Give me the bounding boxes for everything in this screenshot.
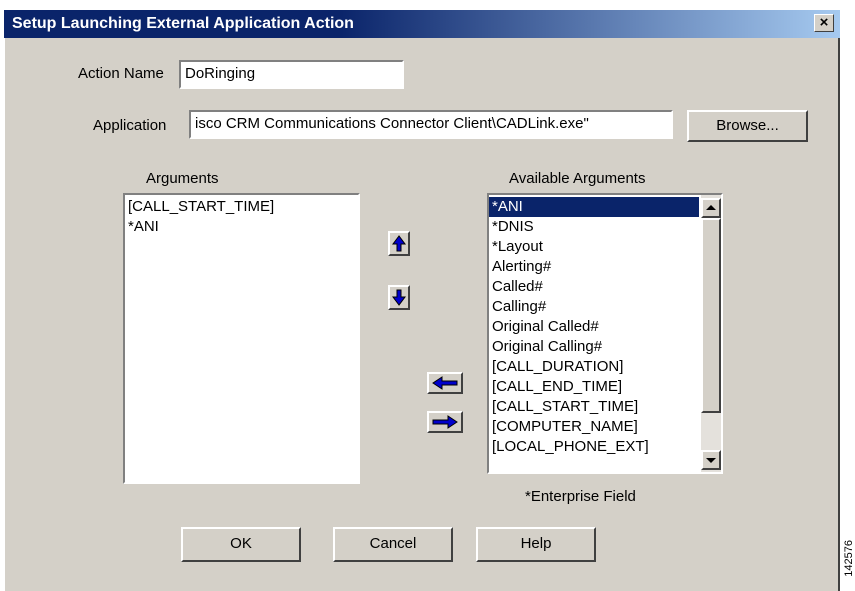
list-item[interactable]: *Layout: [489, 237, 699, 257]
arguments-list[interactable]: [CALL_START_TIME] *ANI: [123, 193, 360, 484]
add-argument-button[interactable]: [427, 372, 463, 394]
enterprise-field-note: *Enterprise Field: [525, 488, 636, 505]
arrow-left-icon: [432, 376, 458, 390]
arrow-up-icon: [392, 235, 406, 252]
application-label: Application: [93, 117, 167, 134]
list-item[interactable]: Original Calling#: [489, 337, 699, 357]
list-item[interactable]: *ANI: [489, 197, 699, 217]
arguments-header: Arguments: [146, 170, 219, 187]
remove-argument-button[interactable]: [427, 411, 463, 433]
scroll-down-button[interactable]: [701, 450, 721, 470]
browse-button[interactable]: Browse...: [687, 110, 808, 142]
scroll-down-icon: [706, 458, 716, 463]
list-item[interactable]: Alerting#: [489, 257, 699, 277]
ok-button[interactable]: OK: [181, 527, 301, 562]
application-input[interactable]: isco CRM Communications Connector Client…: [189, 110, 673, 139]
scroll-up-button[interactable]: [701, 198, 721, 218]
action-name-label: Action Name: [78, 65, 164, 82]
window-title: Setup Launching External Application Act…: [12, 15, 354, 32]
list-item[interactable]: [COMPUTER_NAME]: [489, 417, 699, 437]
help-button[interactable]: Help: [476, 527, 596, 562]
close-button[interactable]: ×: [814, 14, 834, 32]
title-bar[interactable]: Setup Launching External Application Act…: [4, 10, 840, 38]
list-item[interactable]: Called#: [489, 277, 699, 297]
move-up-button[interactable]: [388, 231, 410, 256]
cancel-button[interactable]: Cancel: [333, 527, 453, 562]
figure-id-text: 142576: [843, 540, 855, 577]
scroll-up-icon: [706, 205, 716, 210]
action-name-input[interactable]: DoRinging: [179, 60, 404, 89]
list-item[interactable]: [LOCAL_PHONE_EXT]: [489, 437, 699, 457]
available-arguments-list[interactable]: *ANI *DNIS *Layout Alerting# Called# Cal…: [487, 193, 723, 474]
list-item[interactable]: [CALL_START_TIME]: [489, 397, 699, 417]
list-item[interactable]: [CALL_START_TIME]: [125, 197, 358, 217]
arrow-down-icon: [392, 289, 406, 306]
available-arguments-header: Available Arguments: [509, 170, 646, 187]
arrow-right-icon: [432, 415, 458, 429]
move-down-button[interactable]: [388, 285, 410, 310]
scrollbar[interactable]: [701, 195, 721, 472]
list-item[interactable]: [CALL_DURATION]: [489, 357, 699, 377]
list-item[interactable]: *DNIS: [489, 217, 699, 237]
list-item[interactable]: *ANI: [125, 217, 358, 237]
list-item[interactable]: Original Called#: [489, 317, 699, 337]
list-item[interactable]: [CALL_END_TIME]: [489, 377, 699, 397]
list-item[interactable]: Calling#: [489, 297, 699, 317]
scrollbar-thumb[interactable]: [701, 218, 721, 413]
